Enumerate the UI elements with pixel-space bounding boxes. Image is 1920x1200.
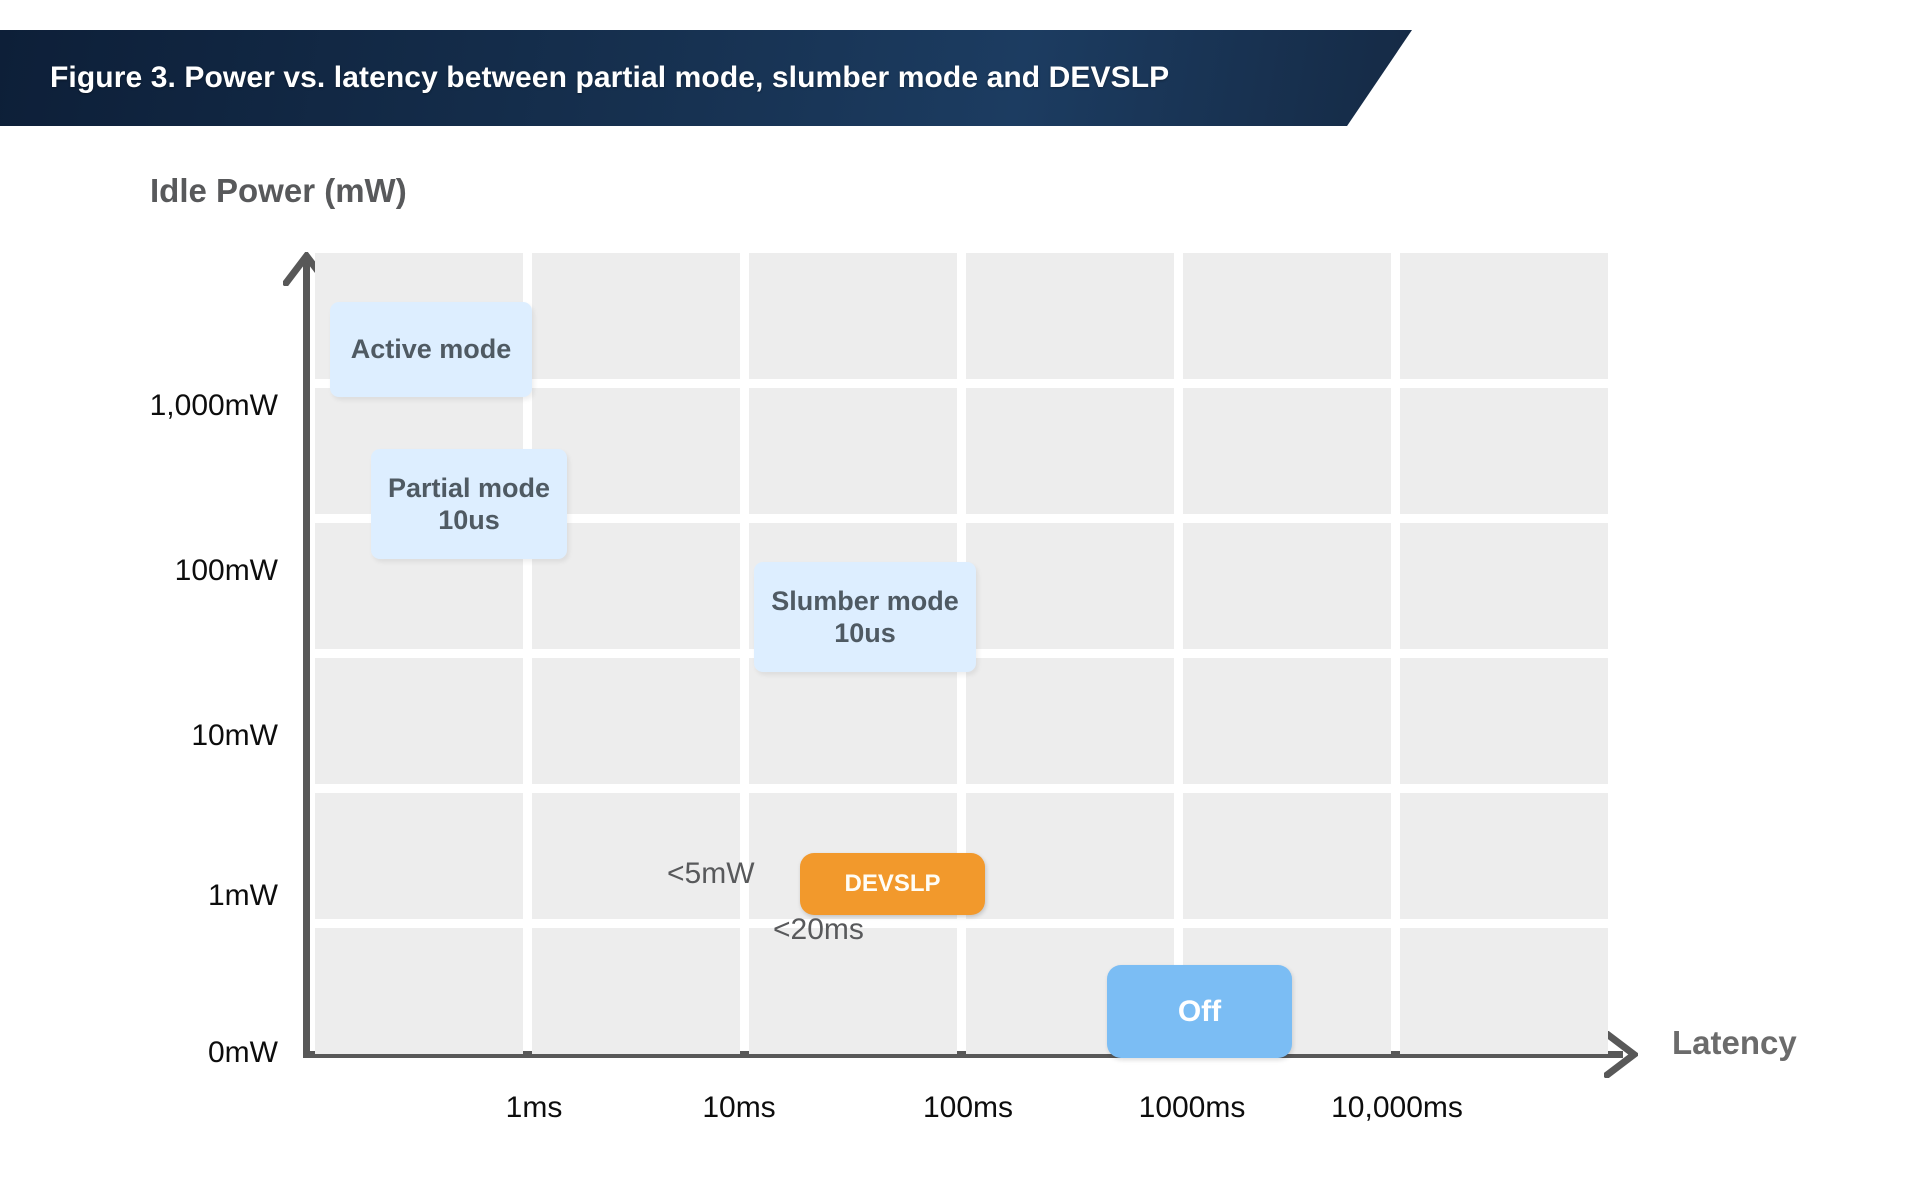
node-partial-mode-label: Partial mode	[387, 472, 551, 503]
node-slumber-mode-text: Slumber mode 10us	[771, 585, 959, 650]
annotation-power: <5mW	[667, 857, 755, 890]
node-devslp-label: DEVSLP	[844, 869, 941, 897]
node-active-mode-label: Active mode	[350, 334, 512, 365]
node-partial-mode[interactable]: Partial mode 10us	[371, 449, 567, 559]
node-off[interactable]: Off	[1107, 965, 1292, 1058]
node-devslp[interactable]: DEVSLP	[800, 853, 985, 915]
x-axis-tick-label: 1000ms	[1138, 1091, 1246, 1124]
node-slumber-mode[interactable]: Slumber mode 10us	[754, 562, 976, 672]
node-partial-mode-sublabel: 10us	[438, 505, 500, 535]
node-off-label: Off	[1177, 994, 1222, 1028]
x-axis-tick-label: 1ms	[505, 1091, 563, 1124]
node-slumber-mode-label: Slumber mode	[771, 585, 959, 616]
annotation-latency: <20ms	[773, 913, 864, 946]
node-active-mode[interactable]: Active mode	[330, 302, 532, 397]
node-slumber-mode-sublabel: 10us	[834, 618, 896, 648]
chart-canvas: Idle Power (mW) Latency 1,000mW 100mW 10…	[0, 0, 1920, 1200]
x-axis-tick-label: 100ms	[922, 1091, 1014, 1124]
x-axis-tick-label: 10,000ms	[1331, 1091, 1463, 1124]
x-axis-tick-label: 10ms	[702, 1091, 776, 1124]
node-partial-mode-text: Partial mode 10us	[388, 472, 550, 537]
